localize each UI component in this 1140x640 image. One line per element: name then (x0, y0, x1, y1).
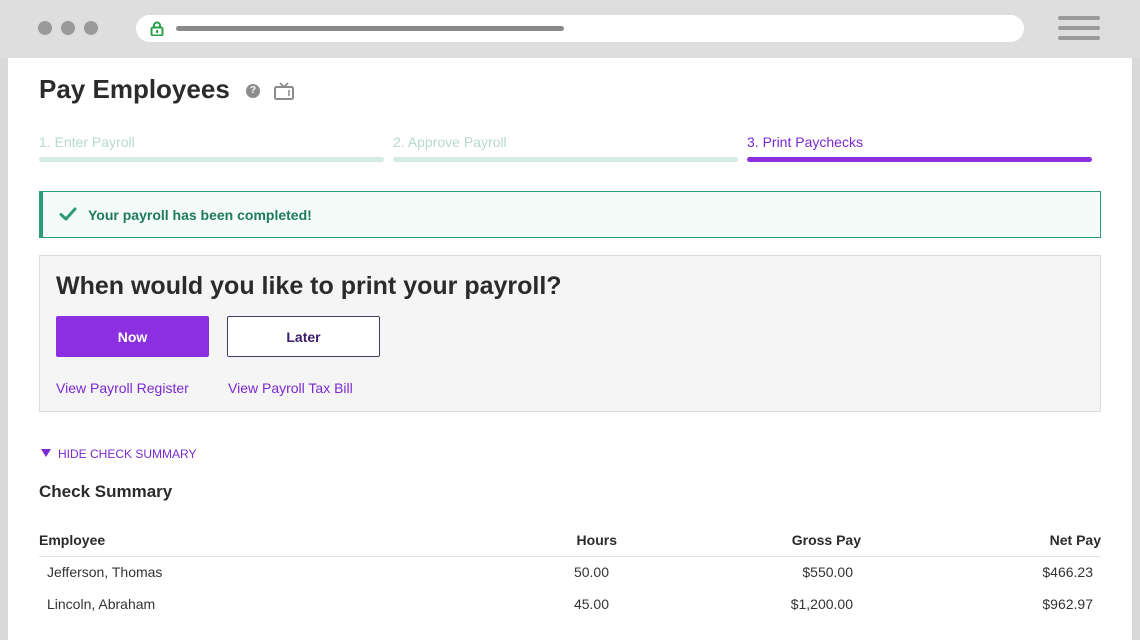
toggle-label: HIDE CHECK SUMMARY (58, 447, 197, 461)
table-row[interactable]: Lincoln, Abraham 45.00 $1,200.00 $962.97 (39, 596, 1101, 628)
cell-hours: 50.00 (573, 564, 609, 580)
window-close-dot[interactable] (38, 21, 52, 35)
view-payroll-tax-bill-link[interactable]: View Payroll Tax Bill (228, 380, 353, 396)
cell-gross-pay: $1,200.00 (790, 596, 853, 612)
step-label: 2. Approve Payroll (393, 134, 507, 150)
step-progress-bar (747, 157, 1092, 162)
print-question: When would you like to print your payrol… (56, 272, 562, 300)
step-approve-payroll[interactable]: 2. Approve Payroll (393, 134, 738, 162)
success-alert: Your payroll has been completed! (39, 191, 1101, 238)
video-icon[interactable] (274, 82, 294, 100)
hide-check-summary-toggle[interactable]: HIDE CHECK SUMMARY (41, 447, 196, 461)
caret-down-icon (41, 449, 51, 457)
cell-gross-pay: $550.00 (802, 564, 853, 580)
url-placeholder-bar (176, 26, 564, 31)
table-header: Employee Hours Gross Pay Net Pay (39, 532, 1101, 557)
success-message: Your payroll has been completed! (88, 207, 312, 223)
column-header-hours[interactable]: Hours (517, 532, 617, 548)
step-print-paychecks[interactable]: 3. Print Paychecks (747, 134, 1092, 162)
cell-hours: 45.00 (573, 596, 609, 612)
column-header-gross-pay[interactable]: Gross Pay (741, 532, 861, 548)
step-enter-payroll[interactable]: 1. Enter Payroll (39, 134, 384, 162)
view-payroll-register-link[interactable]: View Payroll Register (56, 380, 189, 396)
cell-employee: Jefferson, Thomas (47, 564, 163, 580)
cell-net-pay: $466.23 (1042, 564, 1093, 580)
check-summary-title: Check Summary (39, 482, 173, 501)
address-bar[interactable] (136, 15, 1024, 42)
print-options-panel: When would you like to print your payrol… (39, 255, 1101, 412)
page-title: Pay Employees (39, 74, 230, 104)
page-content: Pay Employees ? 1. Enter Payroll 2. Appr… (8, 58, 1132, 640)
window-minimize-dot[interactable] (61, 21, 75, 35)
print-later-button[interactable]: Later (227, 316, 380, 357)
help-icon[interactable]: ? (246, 84, 260, 98)
cell-employee: Lincoln, Abraham (47, 596, 156, 612)
hamburger-menu-icon[interactable] (1058, 15, 1102, 43)
column-header-employee[interactable]: Employee (39, 532, 105, 548)
table-row[interactable]: Jefferson, Thomas 50.00 $550.00 $466.23 (39, 564, 1101, 596)
cell-net-pay: $962.97 (1042, 596, 1093, 612)
window-maximize-dot[interactable] (84, 21, 98, 35)
step-progress-bar (39, 157, 384, 162)
browser-chrome (0, 0, 1140, 58)
step-label: 3. Print Paychecks (747, 134, 863, 150)
lock-icon (150, 21, 164, 36)
print-now-button[interactable]: Now (56, 316, 209, 357)
step-progress-bar (393, 157, 738, 162)
column-header-net-pay[interactable]: Net Pay (980, 532, 1101, 548)
check-icon (59, 207, 77, 221)
step-label: 1. Enter Payroll (39, 134, 135, 150)
